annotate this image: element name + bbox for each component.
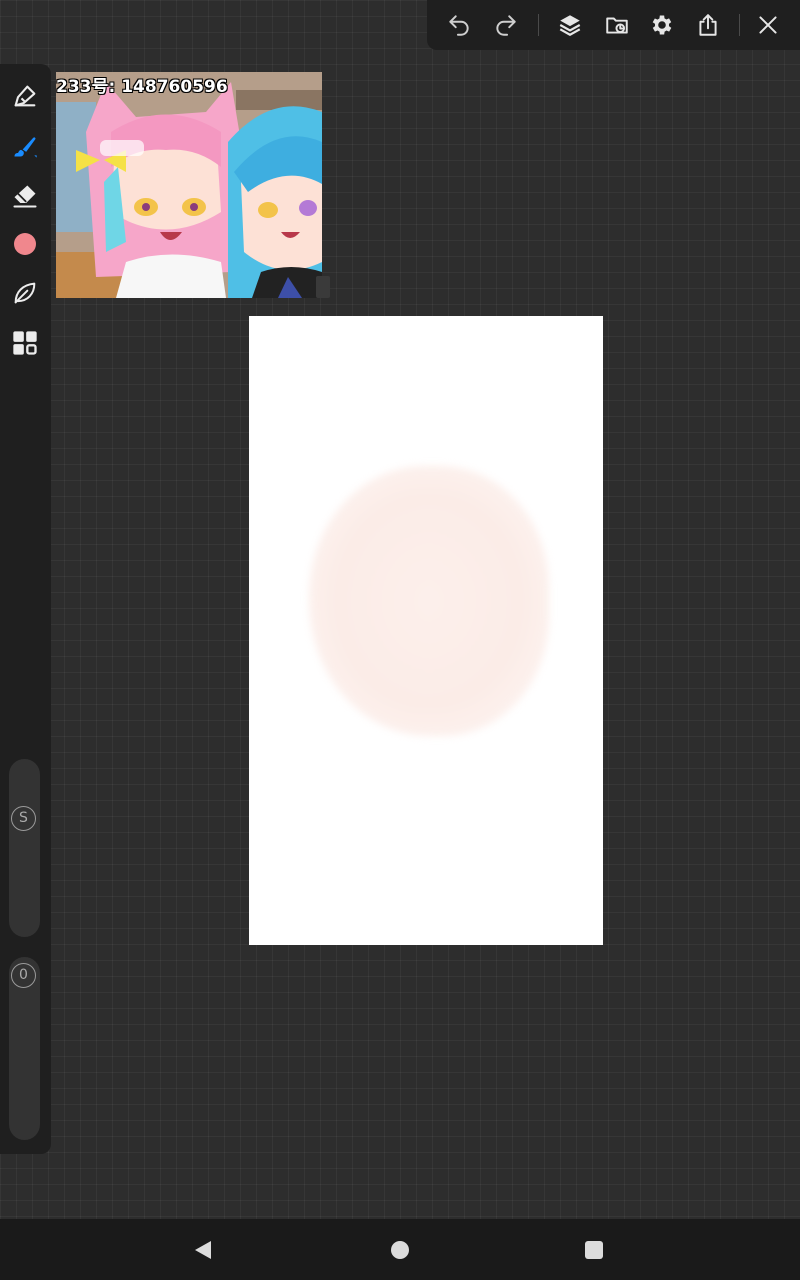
- back-triangle-icon: [195, 1241, 211, 1259]
- home-circle-icon: [391, 1241, 409, 1259]
- system-nav-bar: [0, 1219, 800, 1280]
- redo-icon: [496, 15, 516, 36]
- toolbar-divider: [538, 14, 539, 36]
- redo-button[interactable]: [489, 8, 523, 42]
- gallery-button[interactable]: [9, 327, 41, 359]
- reference-artwork: [56, 72, 322, 298]
- brush-size-slider[interactable]: S: [9, 759, 40, 937]
- pen-tool-button[interactable]: [9, 80, 41, 112]
- share-icon: [699, 14, 717, 36]
- color-swatch: [14, 233, 36, 255]
- smudge-tool-button[interactable]: [9, 277, 41, 309]
- left-toolbar: S 0: [0, 64, 51, 1154]
- reference-caption: 233号: 148760596: [56, 77, 228, 97]
- brush-icon: [14, 137, 37, 158]
- settings-button[interactable]: [645, 8, 679, 42]
- eraser-tool-button[interactable]: [9, 180, 41, 212]
- undo-icon: [449, 15, 469, 36]
- import-icon: [606, 17, 628, 34]
- drawing-canvas[interactable]: [249, 316, 603, 945]
- reference-image[interactable]: 233号: 148760596: [56, 72, 322, 298]
- nav-recents-button[interactable]: [581, 1237, 607, 1263]
- smudge-icon: [14, 282, 36, 304]
- layers-icon: [559, 15, 581, 36]
- close-button[interactable]: [751, 8, 785, 42]
- opacity-knob[interactable]: 0: [11, 963, 36, 988]
- reference-resize-handle[interactable]: [316, 276, 330, 298]
- undo-button[interactable]: [442, 8, 476, 42]
- import-button[interactable]: [600, 8, 634, 42]
- gear-icon: [652, 15, 672, 35]
- opacity-slider[interactable]: 0: [9, 957, 40, 1140]
- brush-tool-button[interactable]: [9, 130, 41, 162]
- color-picker-button[interactable]: [9, 228, 41, 260]
- top-toolbar: [427, 0, 800, 50]
- recents-square-icon: [585, 1241, 603, 1259]
- gallery-icon: [13, 331, 37, 355]
- brush-size-knob[interactable]: S: [11, 806, 36, 831]
- close-icon: [759, 16, 777, 34]
- share-button[interactable]: [691, 8, 725, 42]
- nav-home-button[interactable]: [387, 1237, 413, 1263]
- nav-back-button[interactable]: [190, 1237, 216, 1263]
- layers-button[interactable]: [553, 8, 587, 42]
- toolbar-divider: [739, 14, 740, 36]
- pen-icon: [14, 85, 36, 107]
- paint-stroke: [309, 466, 549, 736]
- eraser-icon: [13, 185, 37, 208]
